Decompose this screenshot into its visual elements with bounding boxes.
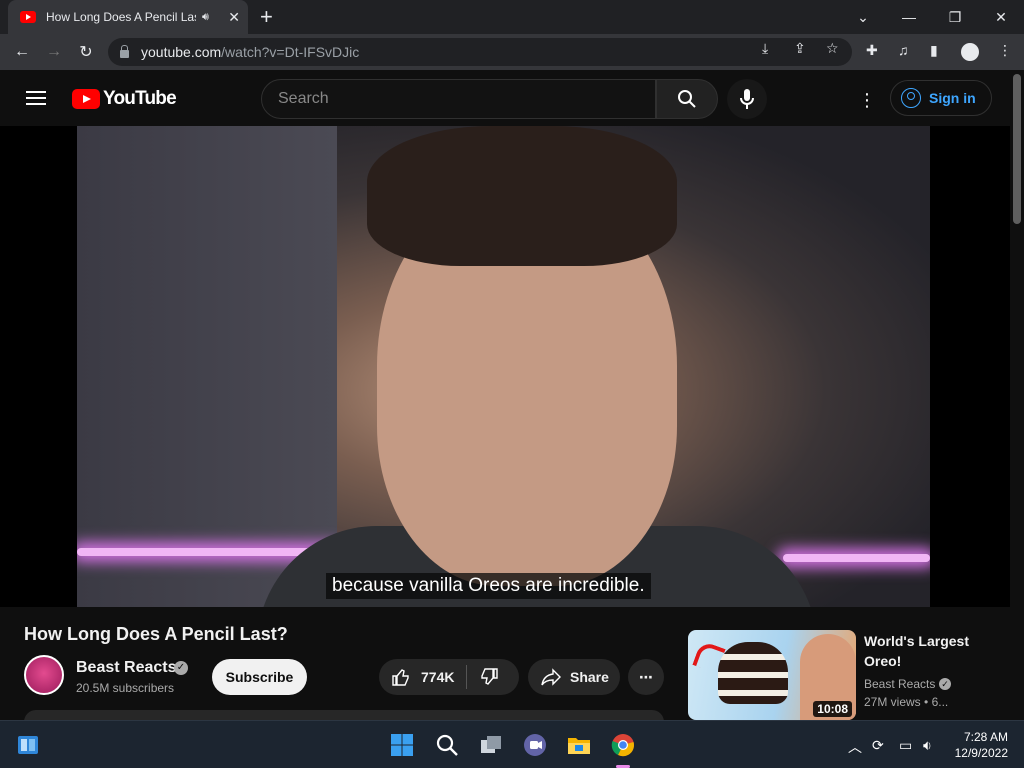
recommended-thumbnail[interactable]: 10:08 xyxy=(688,630,856,720)
extensions-puzzle-icon[interactable]: ✚ xyxy=(866,42,878,59)
speaker-icon[interactable]: 🔊︎ xyxy=(202,11,209,24)
recommended-age: 6... xyxy=(931,695,949,709)
video-frame[interactable] xyxy=(77,126,930,607)
youtube-logo[interactable]: YouTube xyxy=(72,88,177,110)
search-input[interactable] xyxy=(278,90,655,108)
share-button[interactable]: Share xyxy=(528,659,620,695)
video-background-wall xyxy=(77,126,337,607)
minimize-button[interactable]: — xyxy=(894,0,924,34)
verified-badge-icon: ✓ xyxy=(174,661,188,675)
task-view-icon[interactable] xyxy=(479,733,503,757)
share-arrow-icon xyxy=(541,668,561,686)
more-actions-button[interactable]: ⋯ xyxy=(628,659,664,695)
reload-icon[interactable]: ↻ xyxy=(74,40,98,64)
more-horizontal-icon: ⋯ xyxy=(639,668,653,685)
network-icon[interactable]: ▭ xyxy=(899,737,912,754)
tab-search-button[interactable]: ⌄ xyxy=(848,0,878,34)
youtube-favicon-icon xyxy=(20,11,36,23)
search-icon[interactable] xyxy=(435,733,459,757)
subscribe-button[interactable]: Subscribe xyxy=(212,659,307,695)
browser-tab[interactable]: How Long Does A Pencil Last? 🔊︎ ✕ xyxy=(8,0,248,34)
media-controls-icon[interactable]: ♫ xyxy=(898,42,909,58)
search-button[interactable] xyxy=(656,79,718,119)
windows-taskbar: ︿ ⟳ ▭ 🔉︎ 7:28 AM 12/9/2022 xyxy=(0,720,1024,768)
microphone-icon xyxy=(740,89,754,109)
video-title: How Long Does A Pencil Last? xyxy=(24,624,288,644)
person-hair xyxy=(367,126,677,266)
settings-kebab-icon[interactable]: ⋮ xyxy=(858,90,876,111)
thumbs-down-icon[interactable] xyxy=(479,667,499,687)
url-path: /watch?v=Dt-IFSvDJic xyxy=(221,44,360,60)
forward-arrow-icon[interactable]: → xyxy=(42,40,66,64)
new-tab-button[interactable]: + xyxy=(260,4,273,30)
chrome-icon[interactable] xyxy=(611,733,635,757)
url-host: youtube.com xyxy=(141,44,222,60)
like-dislike-group: 774K xyxy=(379,659,519,695)
side-panel-icon[interactable]: ▮ xyxy=(930,42,938,59)
led-light-strip xyxy=(783,554,930,562)
browser-menu-icon[interactable]: ⋮ xyxy=(998,42,1012,59)
restore-button[interactable]: ❐ xyxy=(940,0,970,34)
address-bar[interactable]: youtube.com/watch?v=Dt-IFSvDJic xyxy=(108,38,852,66)
verified-badge-icon: ✓ xyxy=(939,678,951,690)
tab-close-icon[interactable]: ✕ xyxy=(228,9,240,26)
browser-toolbar: ← → ↻ youtube.com/watch?v=Dt-IFSvDJic ⤓ … xyxy=(0,34,1024,70)
account-circle-icon xyxy=(901,88,921,108)
recommended-title[interactable]: World's Largest Oreo! xyxy=(864,631,1004,671)
sync-icon[interactable]: ⟳ xyxy=(872,737,884,754)
hamburger-menu-icon[interactable] xyxy=(26,91,46,105)
system-clock[interactable]: 7:28 AM 12/9/2022 xyxy=(948,729,1008,761)
profile-avatar-icon[interactable] xyxy=(961,43,979,61)
channel-avatar[interactable] xyxy=(24,655,64,695)
channel-name[interactable]: Beast Reacts xyxy=(76,659,177,677)
search-box[interactable] xyxy=(261,79,656,119)
recommended-channel[interactable]: Beast Reacts xyxy=(864,677,935,691)
widgets-icon[interactable] xyxy=(16,733,40,757)
youtube-play-icon xyxy=(72,89,100,109)
sign-in-label: Sign in xyxy=(929,90,976,106)
youtube-header: YouTube ⋮ Sign in xyxy=(0,70,1010,126)
sign-in-button[interactable]: Sign in xyxy=(890,80,992,116)
thumbs-up-icon[interactable] xyxy=(391,667,411,687)
oreo-cake-graphic xyxy=(718,642,788,704)
video-caption: because vanilla Oreos are incredible. xyxy=(326,573,651,599)
share-page-icon[interactable]: ⇪ xyxy=(794,40,806,57)
install-app-icon[interactable]: ⤓ xyxy=(762,40,768,57)
tab-title: How Long Does A Pencil Last? xyxy=(46,10,196,24)
clock-date: 12/9/2022 xyxy=(954,746,1008,760)
watch-metadata: How Long Does A Pencil Last? Beast React… xyxy=(0,607,1010,724)
youtube-wordmark: YouTube xyxy=(103,88,177,109)
volume-icon[interactable]: 🔉︎ xyxy=(923,737,932,754)
scrollbar-thumb[interactable] xyxy=(1013,74,1021,224)
close-window-button[interactable]: ✕ xyxy=(986,0,1016,34)
tray-overflow-chevron-icon[interactable]: ︿ xyxy=(848,737,862,757)
recommended-views: 27M views xyxy=(864,695,921,709)
video-player[interactable]: because vanilla Oreos are incredible. xyxy=(0,126,1010,607)
start-windows-icon[interactable] xyxy=(390,733,414,757)
bookmark-star-icon[interactable]: ☆ xyxy=(826,40,839,57)
search-icon xyxy=(678,90,696,108)
like-count[interactable]: 774K xyxy=(421,669,454,685)
back-arrow-icon[interactable]: ← xyxy=(10,40,34,64)
like-divider xyxy=(466,665,468,689)
clock-time: 7:28 AM xyxy=(963,730,1008,744)
recommended-meta: 27M views • 6... xyxy=(864,695,949,709)
video-duration: 10:08 xyxy=(813,701,852,717)
share-label: Share xyxy=(570,669,609,685)
browser-tab-strip: How Long Does A Pencil Last? 🔊︎ ✕ + ⌄ — … xyxy=(0,0,1024,34)
file-explorer-icon[interactable] xyxy=(567,733,591,757)
subscriber-count: 20.5M subscribers xyxy=(76,681,175,695)
teams-chat-icon[interactable] xyxy=(523,733,547,757)
voice-search-button[interactable] xyxy=(727,79,767,119)
lock-icon[interactable] xyxy=(120,45,129,58)
page-scrollbar[interactable] xyxy=(1010,70,1024,720)
